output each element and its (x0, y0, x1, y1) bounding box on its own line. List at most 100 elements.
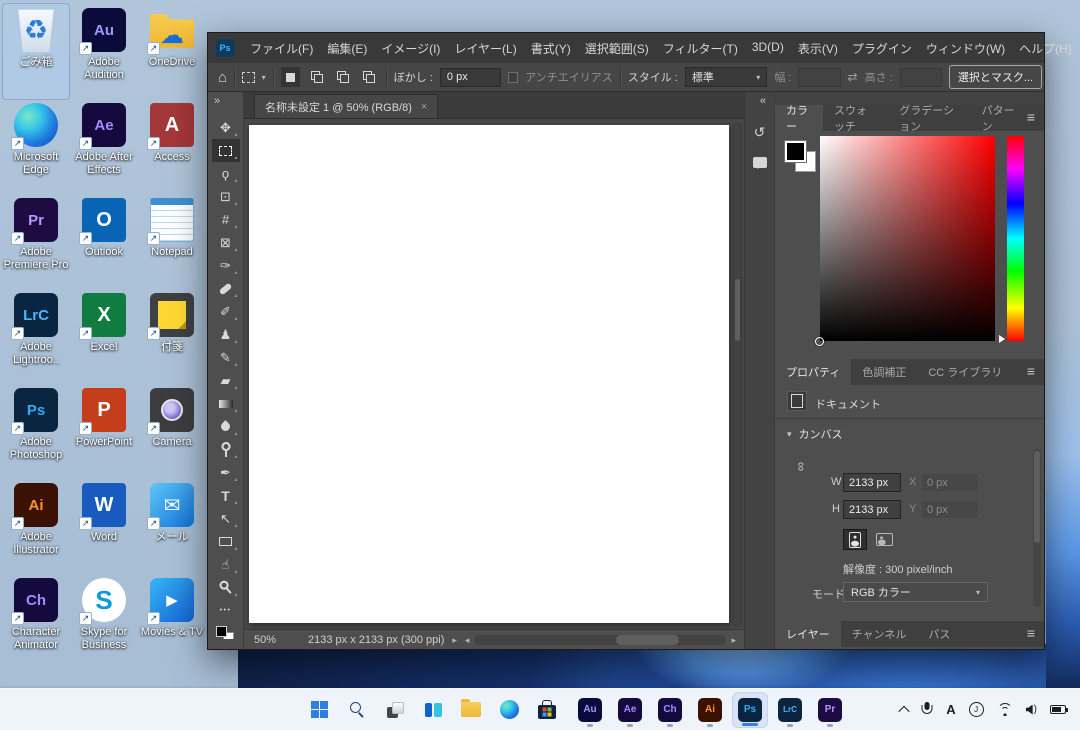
edge-button[interactable] (492, 693, 526, 727)
subtract-selection-button[interactable] (333, 67, 352, 87)
color-picker-cursor[interactable] (815, 337, 824, 346)
menu-item[interactable]: フィルター(T) (656, 38, 745, 59)
zoom-level[interactable]: 50% (244, 634, 300, 646)
panel-tab[interactable]: プロパティ (775, 359, 851, 385)
path-selection-tool[interactable]: ↖ (212, 507, 240, 530)
type-tool[interactable]: T (212, 484, 240, 507)
store-button[interactable] (530, 693, 564, 727)
scroll-right-icon[interactable] (731, 634, 736, 646)
gradient-tool[interactable] (212, 392, 240, 415)
taskbar-premiere[interactable]: Pr (812, 692, 848, 728)
volume-icon[interactable] (1026, 704, 1037, 715)
foreground-background-swatches[interactable] (215, 625, 237, 639)
wifi-icon[interactable] (997, 703, 1013, 716)
horizontal-scrollbar-thumb[interactable] (616, 635, 679, 645)
width-input[interactable] (798, 68, 840, 87)
character-animator[interactable]: Ch Character Animator (3, 574, 69, 669)
zoom-tool[interactable] (212, 576, 240, 599)
new-selection-button[interactable] (281, 67, 300, 87)
antialias-checkbox[interactable] (508, 72, 518, 83)
frame-tool[interactable]: ⊠ (212, 231, 240, 254)
panel-tab[interactable]: レイヤー (775, 621, 841, 647)
style-select[interactable]: 標準 (685, 67, 767, 87)
panel-tab[interactable]: チャンネル (841, 621, 918, 647)
hand-tool[interactable]: ☝ (212, 553, 240, 576)
scroll-left-icon[interactable] (465, 634, 470, 646)
edit-toolbar[interactable]: ••• (212, 599, 240, 622)
panels-expand-icon[interactable]: « (760, 92, 774, 116)
select-and-mask-button[interactable]: 選択とマスク... (949, 65, 1042, 89)
title-bar[interactable]: Ps ファイル(F)編集(E)イメージ(I)レイヤー(L)書式(Y)選択範囲(S… (208, 33, 1044, 63)
menu-item[interactable]: 書式(Y) (524, 38, 578, 59)
taskbar-audition[interactable]: Au (572, 692, 608, 728)
menu-item[interactable]: ヘルプ(H) (1012, 38, 1079, 59)
taskbar-after-effects[interactable]: Ae (612, 692, 648, 728)
search-button[interactable] (340, 693, 374, 727)
swap-dimensions-icon[interactable] (848, 70, 858, 84)
notepad[interactable]: Notepad (139, 194, 205, 289)
feather-input[interactable]: 0 px (440, 68, 501, 87)
panel-tab[interactable]: カラー (775, 105, 823, 131)
intersect-selection-button[interactable] (360, 67, 379, 87)
dodge-tool[interactable] (212, 438, 240, 461)
microphone-icon[interactable] (921, 702, 933, 717)
rectangle-tool[interactable] (212, 530, 240, 553)
home-icon[interactable] (218, 69, 227, 86)
ime-j-icon[interactable] (969, 702, 984, 717)
canvas-height-input[interactable]: 2133 px (843, 500, 901, 519)
skype-for-business[interactable]: S Skype for Business (71, 574, 137, 669)
add-selection-button[interactable] (307, 67, 326, 87)
menu-item[interactable]: プラグイン (845, 38, 919, 59)
document-tab[interactable]: 名称未設定 1 @ 50% (RGB/8) × (254, 94, 438, 118)
menu-item[interactable]: 表示(V) (791, 38, 845, 59)
powerpoint[interactable]: P PowerPoint (71, 384, 137, 479)
panel-tab[interactable]: グラデーション (888, 105, 970, 131)
menu-item[interactable]: イメージ(I) (374, 38, 447, 59)
rectangular-marquee-tool[interactable] (212, 139, 240, 162)
panel-menu-icon[interactable] (1027, 109, 1044, 127)
movies-and-tv[interactable]: ▶ Movies & TV (139, 574, 205, 669)
taskbar-lightroom[interactable]: LrC (772, 692, 808, 728)
adobe-lightroom-classic[interactable]: LrC Adobe Lightroo.. (3, 289, 69, 384)
sticky-notes[interactable]: 付箋 (139, 289, 205, 384)
recycle-bin[interactable]: ♻ ごみ箱 (3, 4, 69, 99)
foreground-color-swatch[interactable] (216, 626, 227, 637)
taskbar-character-animator[interactable]: Ch (652, 692, 688, 728)
canvas-y-input[interactable]: 0 px (921, 500, 979, 519)
menu-item[interactable]: レイヤー(L) (447, 38, 523, 59)
panel-tab[interactable]: 色調補正 (851, 359, 917, 385)
healing-brush-tool[interactable] (212, 277, 240, 300)
taskbar-photoshop[interactable]: Ps (732, 692, 768, 728)
menu-item[interactable]: 選択範囲(S) (578, 38, 656, 59)
history-panel-icon[interactable] (748, 121, 772, 145)
foreground-color-swatch[interactable] (785, 141, 806, 162)
blur-tool[interactable] (212, 415, 240, 438)
canvas[interactable] (249, 125, 729, 623)
panel-menu-icon[interactable] (1027, 625, 1044, 643)
file-explorer-button[interactable] (454, 693, 488, 727)
camera[interactable]: Camera (139, 384, 205, 479)
hue-slider-pointer[interactable] (999, 335, 1005, 343)
canvas-x-input[interactable]: 0 px (921, 473, 979, 492)
excel[interactable]: X Excel (71, 289, 137, 384)
mail[interactable]: ✉ メール (139, 479, 205, 574)
widgets-button[interactable] (416, 693, 450, 727)
menu-item[interactable]: ファイル(F) (243, 38, 320, 59)
vertical-scrollbar[interactable] (733, 123, 742, 627)
comments-panel-icon[interactable] (748, 150, 772, 174)
tools-collapse-icon[interactable]: » (208, 92, 220, 116)
tab-close-icon[interactable]: × (421, 101, 427, 113)
menu-item[interactable]: ウィンドウ(W) (919, 38, 1012, 59)
panel-menu-icon[interactable] (1027, 363, 1044, 381)
history-brush-tool[interactable]: ✎ (212, 346, 240, 369)
panel-tab[interactable]: パターン (971, 105, 1027, 131)
onedrive[interactable]: ☁ OneDrive (139, 4, 205, 99)
panel-tab[interactable]: CC ライブラリ (917, 359, 1013, 385)
taskbar-illustrator[interactable]: Ai (692, 692, 728, 728)
canvas-area[interactable] (244, 119, 744, 629)
height-input[interactable] (900, 68, 942, 87)
adobe-premiere-pro[interactable]: Pr Adobe Premiere Pro (3, 194, 69, 289)
outlook[interactable]: O Outlook (71, 194, 137, 289)
canvas-width-input[interactable]: 2133 px (843, 473, 901, 492)
crop-tool[interactable]: # (212, 208, 240, 231)
